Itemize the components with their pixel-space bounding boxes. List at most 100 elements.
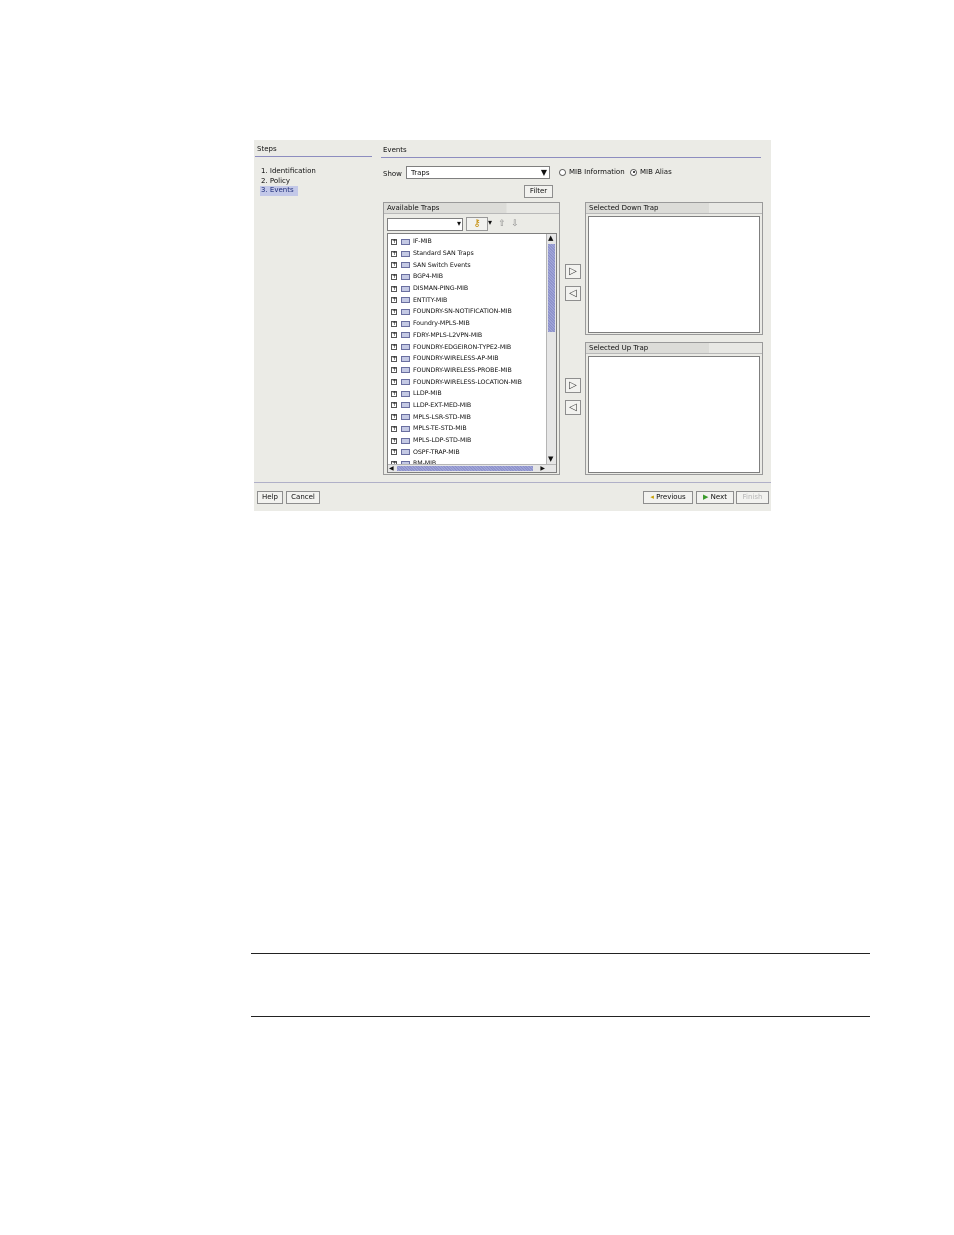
expand-icon[interactable]: + xyxy=(391,332,397,339)
tree-item[interactable]: + FOUNDRY-WIRELESS-PROBE-MIB xyxy=(388,365,546,377)
selected-up-trap-list[interactable] xyxy=(588,356,760,473)
selected-up-trap-panel: Selected Up Trap xyxy=(585,342,763,475)
scroll-up-icon[interactable]: ▲ xyxy=(548,235,553,242)
tree-item[interactable]: + SAN Switch Events xyxy=(388,259,546,271)
tree-item[interactable]: + ENTITY-MIB xyxy=(388,294,546,306)
remove-down-trap-button[interactable]: ◁ xyxy=(565,286,581,301)
step-events[interactable]: 3. Events xyxy=(260,186,298,196)
step-identification[interactable]: 1. Identification xyxy=(260,167,316,177)
tree-item[interactable]: + DISMAN-PING-MIB xyxy=(388,283,546,295)
tree-item[interactable]: + FOUNDRY-WIRELESS-LOCATION-MIB xyxy=(388,376,546,388)
move-up-icon[interactable]: ⇧ xyxy=(496,217,508,231)
expand-icon[interactable]: + xyxy=(391,390,397,397)
move-down-icon[interactable]: ⇩ xyxy=(509,217,521,231)
vertical-scroll-thumb[interactable] xyxy=(548,244,555,332)
tree-item[interactable]: + Foundry-MPLS-MIB xyxy=(388,318,546,330)
scroll-left-icon[interactable]: ◀ xyxy=(389,465,394,472)
expand-icon[interactable]: + xyxy=(391,367,397,374)
expand-icon[interactable]: + xyxy=(391,285,397,292)
folder-icon xyxy=(401,367,410,374)
next-arrow-icon: ▶ xyxy=(703,493,709,501)
expand-icon[interactable]: + xyxy=(391,402,397,409)
radio-button-icon[interactable] xyxy=(559,168,566,176)
expand-icon[interactable]: + xyxy=(391,262,397,269)
tree-item[interactable]: + OSPF-TRAP-MIB xyxy=(388,446,546,458)
radio-mib-alias-label: MIB Alias xyxy=(640,168,672,176)
tree-item[interactable]: + FOUNDRY-WIRELESS-AP-MIB xyxy=(388,353,546,365)
next-button[interactable]: ▶ Next xyxy=(696,491,734,504)
chevron-down-icon[interactable]: ▾ xyxy=(488,218,492,227)
expand-icon[interactable]: + xyxy=(391,250,397,257)
expand-icon[interactable]: + xyxy=(391,238,397,245)
show-label: Show xyxy=(383,170,402,178)
folder-icon xyxy=(401,425,410,432)
cancel-button[interactable]: Cancel xyxy=(286,491,320,504)
radio-mib-information[interactable]: MIB Information xyxy=(559,168,625,176)
tree-item[interactable]: + FOUNDRY-EDGEIRON-TYPE2-MIB xyxy=(388,341,546,353)
tree-item[interactable]: + MPLS-LSR-STD-MIB xyxy=(388,411,546,423)
horizontal-scroll-thumb[interactable] xyxy=(397,466,533,471)
expand-icon[interactable]: + xyxy=(391,297,397,304)
scroll-right-icon[interactable]: ▶ xyxy=(540,465,545,472)
tree-item-label: Standard SAN Traps xyxy=(413,250,474,258)
tree-item[interactable]: + MPLS-LDP-STD-MIB xyxy=(388,435,546,447)
finish-button[interactable]: Finish xyxy=(736,491,769,504)
remove-up-trap-button[interactable]: ◁ xyxy=(565,400,581,415)
tree-item[interactable]: + BGP4-MIB xyxy=(388,271,546,283)
filter-button[interactable]: Filter xyxy=(524,185,553,198)
chevron-down-icon[interactable]: ▾ xyxy=(457,219,461,228)
previous-button[interactable]: ◂ Previous xyxy=(643,491,693,504)
expand-icon[interactable]: + xyxy=(391,437,397,444)
tree-item[interactable]: + LLDP-EXT-MED-MIB xyxy=(388,400,546,412)
selected-up-trap-header: Selected Up Trap xyxy=(586,343,762,354)
expand-icon[interactable]: + xyxy=(391,355,397,362)
horizontal-scrollbar[interactable]: ◀ ▶ xyxy=(388,464,556,472)
tree-item-label: FOUNDRY-WIRELESS-AP-MIB xyxy=(413,355,499,363)
scroll-down-icon[interactable]: ▼ xyxy=(548,456,553,463)
tree-item[interactable]: + FOUNDRY-SN-NOTIFICATION-MIB xyxy=(388,306,546,318)
folder-icon xyxy=(401,379,410,386)
expand-icon[interactable]: + xyxy=(391,379,397,386)
show-dropdown[interactable]: Traps ▼ xyxy=(406,166,550,179)
radio-mib-alias[interactable]: MIB Alias xyxy=(630,168,672,176)
selected-down-trap-header: Selected Down Trap xyxy=(586,203,762,214)
expand-icon[interactable]: + xyxy=(391,308,397,315)
expand-icon[interactable]: + xyxy=(391,273,397,280)
new-event-policy-dialog: Steps 1. Identification 2. Policy 3. Eve… xyxy=(254,140,771,511)
expand-icon[interactable]: + xyxy=(391,414,397,421)
tree-item-label: LLDP-MIB xyxy=(413,390,442,398)
page-rule-bottom xyxy=(251,1016,870,1017)
key-icon[interactable]: ⚷ xyxy=(466,217,488,231)
tree-item[interactable]: + IF-MIB xyxy=(388,236,546,248)
folder-icon xyxy=(401,355,410,362)
folder-icon xyxy=(401,390,410,397)
expand-icon[interactable]: + xyxy=(391,425,397,432)
tree-item[interactable]: + Standard SAN Traps xyxy=(388,248,546,260)
tree-item[interactable]: + LLDP-MIB xyxy=(388,388,546,400)
chevron-down-icon[interactable]: ▼ xyxy=(541,168,547,177)
tree-item[interactable]: + FDRY-MPLS-L2VPN-MIB xyxy=(388,330,546,342)
add-up-trap-button[interactable]: ▷ xyxy=(565,378,581,393)
expand-icon[interactable]: + xyxy=(391,344,397,351)
steps-pane: Steps 1. Identification 2. Policy 3. Eve… xyxy=(254,140,375,482)
folder-icon xyxy=(401,344,410,351)
tree-item-label: FOUNDRY-WIRELESS-LOCATION-MIB xyxy=(413,378,522,386)
selected-down-trap-panel: Selected Down Trap xyxy=(585,202,763,335)
events-pane: Events Show Traps ▼ MIB Information MIB … xyxy=(377,140,771,482)
folder-icon xyxy=(401,332,410,339)
selected-down-trap-list[interactable] xyxy=(588,216,760,333)
arrow-left-icon: ◁ xyxy=(569,288,577,299)
available-traps-tree[interactable]: + IF-MIB + Standard SAN Traps + SAN Switch Ev… xyxy=(387,233,557,473)
tree-item[interactable]: + MPLS-TE-STD-MIB xyxy=(388,423,546,435)
step-policy[interactable]: 2. Policy xyxy=(260,177,316,187)
search-combo[interactable]: ▾ xyxy=(387,218,463,231)
vertical-scrollbar[interactable]: ▲ ▼ xyxy=(546,234,556,472)
help-button[interactable]: Help xyxy=(257,491,283,504)
folder-icon xyxy=(401,308,410,315)
add-down-trap-button[interactable]: ▷ xyxy=(565,264,581,279)
folder-icon xyxy=(401,320,410,327)
radio-button-selected-icon[interactable] xyxy=(630,168,637,176)
expand-icon[interactable]: + xyxy=(391,449,397,456)
previous-button-label: Previous xyxy=(656,493,686,501)
expand-icon[interactable]: + xyxy=(391,320,397,327)
